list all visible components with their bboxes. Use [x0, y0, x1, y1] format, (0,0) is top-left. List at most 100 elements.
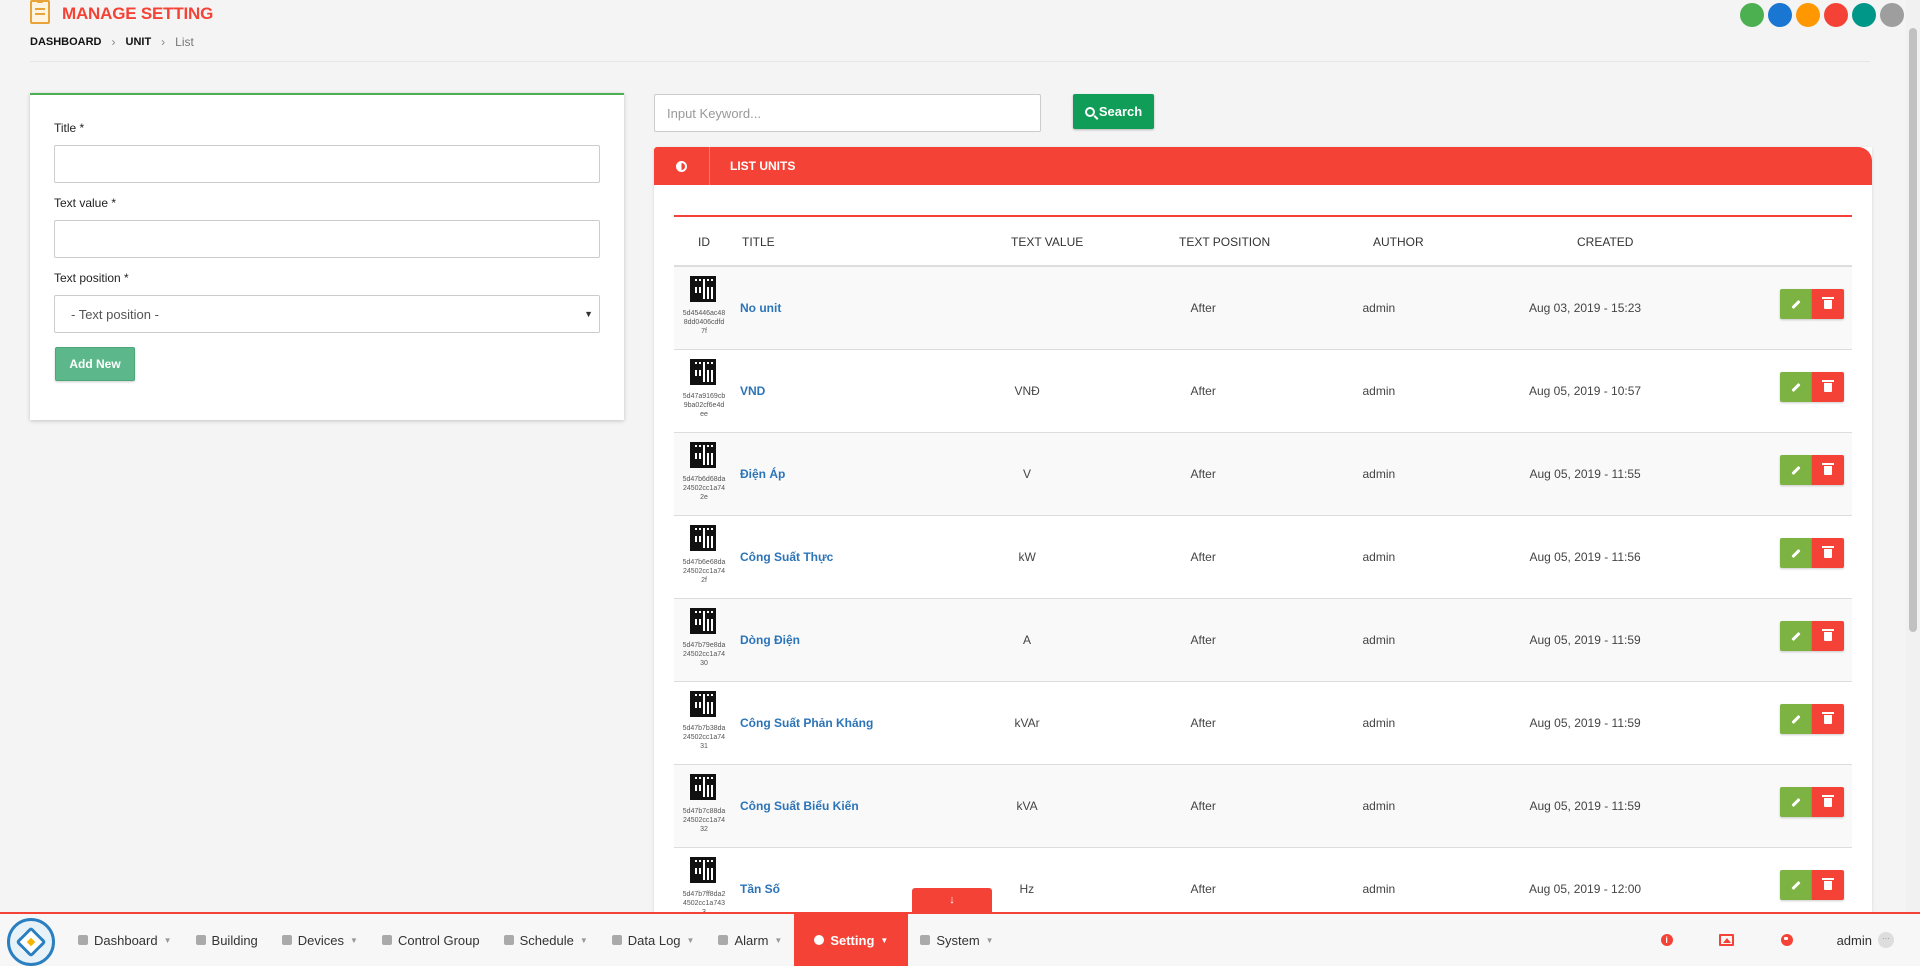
right-tools: i admin ···: [1637, 914, 1894, 966]
qr-code-icon: [690, 608, 716, 634]
theme-color-picker: [1740, 3, 1904, 27]
chevron-right-icon: ›: [111, 35, 116, 49]
trash-icon: [1822, 545, 1834, 558]
breadcrumb-unit[interactable]: UNIT: [126, 36, 152, 48]
table-row: 5d47b6e68da24502cc1a742f Công Suất Thực …: [674, 516, 1852, 599]
edit-button[interactable]: [1780, 870, 1812, 900]
row-author: admin: [1362, 799, 1396, 813]
theme-dot-teal[interactable]: [1852, 3, 1876, 27]
breadcrumb-dashboard[interactable]: DASHBOARD: [30, 36, 102, 48]
nav-schedule[interactable]: Schedule ▼: [492, 914, 600, 966]
col-id[interactable]: ID: [698, 235, 710, 249]
theme-dot-grey[interactable]: [1880, 3, 1904, 27]
edit-button[interactable]: [1780, 455, 1812, 485]
row-title-link[interactable]: Tần Số: [740, 882, 780, 896]
trash-icon: [1822, 379, 1834, 392]
nav-label: Dashboard: [94, 932, 158, 948]
info-button[interactable]: i: [1637, 934, 1697, 946]
row-title-link[interactable]: VND: [740, 384, 765, 398]
nav-system[interactable]: System ▼: [908, 914, 1005, 966]
table-row: 5d47b79e8da24502cc1a7430 Dòng Điện A Aft…: [674, 599, 1852, 682]
scroll-down-button[interactable]: ↓: [912, 888, 992, 912]
theme-dot-green[interactable]: [1740, 3, 1764, 27]
breadcrumb-current: List: [175, 35, 194, 49]
row-created: Aug 05, 2019 - 11:59: [1529, 633, 1641, 647]
nav-building[interactable]: Building: [184, 914, 270, 966]
user-name[interactable]: admin: [1837, 933, 1872, 948]
delete-button[interactable]: [1812, 372, 1844, 402]
text-position-select[interactable]: - Text position - ▼: [54, 295, 600, 333]
col-title[interactable]: TITLE: [742, 235, 775, 249]
edit-button[interactable]: [1780, 704, 1812, 734]
col-text-position[interactable]: TEXT POSITION: [1179, 235, 1270, 249]
page-scrollbar[interactable]: [1906, 0, 1920, 912]
delete-button[interactable]: [1812, 704, 1844, 734]
row-title-link[interactable]: Công Suất Thực: [740, 550, 833, 564]
building-icon: [195, 935, 206, 945]
add-new-button[interactable]: Add New: [55, 347, 135, 381]
row-title-link[interactable]: Công Suất Biểu Kiến: [740, 799, 859, 813]
image-button[interactable]: [1697, 934, 1757, 946]
delete-button[interactable]: [1812, 870, 1844, 900]
company-logo[interactable]: [7, 918, 55, 966]
list-header-icon-cell: [654, 147, 710, 185]
col-text-value[interactable]: TEXT VALUE: [1011, 235, 1083, 249]
search-input[interactable]: Input Keyword...: [654, 94, 1041, 132]
edit-button[interactable]: [1780, 538, 1812, 568]
nav-alarm[interactable]: Alarm ▼: [706, 914, 794, 966]
nav-setting[interactable]: Setting ▼: [794, 914, 909, 966]
row-actions: [1780, 538, 1844, 568]
pencil-icon: [1791, 548, 1801, 558]
row-title-link[interactable]: Công Suất Phản Kháng: [740, 716, 873, 730]
nav-data-log[interactable]: Data Log ▼: [600, 914, 707, 966]
theme-dot-red[interactable]: [1824, 3, 1848, 27]
qr-code-icon: [690, 442, 716, 468]
pencil-icon: [1791, 797, 1801, 807]
nav-label: Devices: [297, 932, 345, 948]
title-input[interactable]: [54, 145, 600, 183]
edit-button[interactable]: [1780, 621, 1812, 651]
row-author: admin: [1362, 633, 1396, 647]
col-created[interactable]: CREATED: [1577, 235, 1633, 249]
search-button[interactable]: Search: [1073, 94, 1154, 129]
home-icon: [78, 935, 88, 945]
delete-button[interactable]: [1812, 289, 1844, 319]
row-author: admin: [1362, 716, 1396, 730]
nav-label: Building: [211, 932, 258, 948]
page-header: MANAGE SETTING DASHBOARD › UNIT › List: [30, 0, 1870, 62]
col-author[interactable]: AUTHOR: [1373, 235, 1424, 249]
nav-control-group[interactable]: Control Group: [370, 914, 492, 966]
list-title: LIST UNITS: [730, 159, 796, 173]
search-icon: [1084, 106, 1095, 117]
trash-icon: [1822, 794, 1834, 807]
nav-label: Control Group: [397, 932, 480, 948]
row-author: admin: [1362, 882, 1396, 896]
row-created: Aug 03, 2019 - 15:23: [1529, 301, 1642, 315]
row-id: 5d47b6d68da24502cc1a742e: [682, 476, 726, 501]
scrollbar-thumb[interactable]: [1909, 28, 1917, 632]
cogs-icon: [814, 935, 825, 945]
trash-icon: [1822, 877, 1834, 890]
edit-button[interactable]: [1780, 787, 1812, 817]
row-title-link[interactable]: No unit: [740, 301, 781, 315]
theme-dot-blue[interactable]: [1768, 3, 1792, 27]
qr-code-icon: [690, 691, 716, 717]
delete-button[interactable]: [1812, 787, 1844, 817]
delete-button[interactable]: [1812, 538, 1844, 568]
theme-dot-orange[interactable]: [1796, 3, 1820, 27]
edit-button[interactable]: [1780, 372, 1812, 402]
qr-code-icon: [690, 276, 716, 302]
delete-button[interactable]: [1812, 455, 1844, 485]
user-menu-icon[interactable]: ···: [1878, 932, 1894, 948]
row-title-link[interactable]: Dòng Điện: [740, 633, 800, 647]
table-row: 5d47b6d68da24502cc1a742e Điện Áp V After…: [674, 433, 1852, 516]
nav-devices[interactable]: Devices ▼: [270, 914, 370, 966]
edit-button[interactable]: [1780, 289, 1812, 319]
caret-down-icon: ▼: [880, 935, 889, 945]
language-button[interactable]: [1757, 934, 1817, 946]
delete-button[interactable]: [1812, 621, 1844, 651]
nav-dashboard[interactable]: Dashboard ▼: [66, 914, 184, 966]
row-title-link[interactable]: Điện Áp: [740, 467, 785, 481]
text-value-input[interactable]: [54, 220, 600, 258]
nav-label: Alarm: [734, 932, 769, 948]
